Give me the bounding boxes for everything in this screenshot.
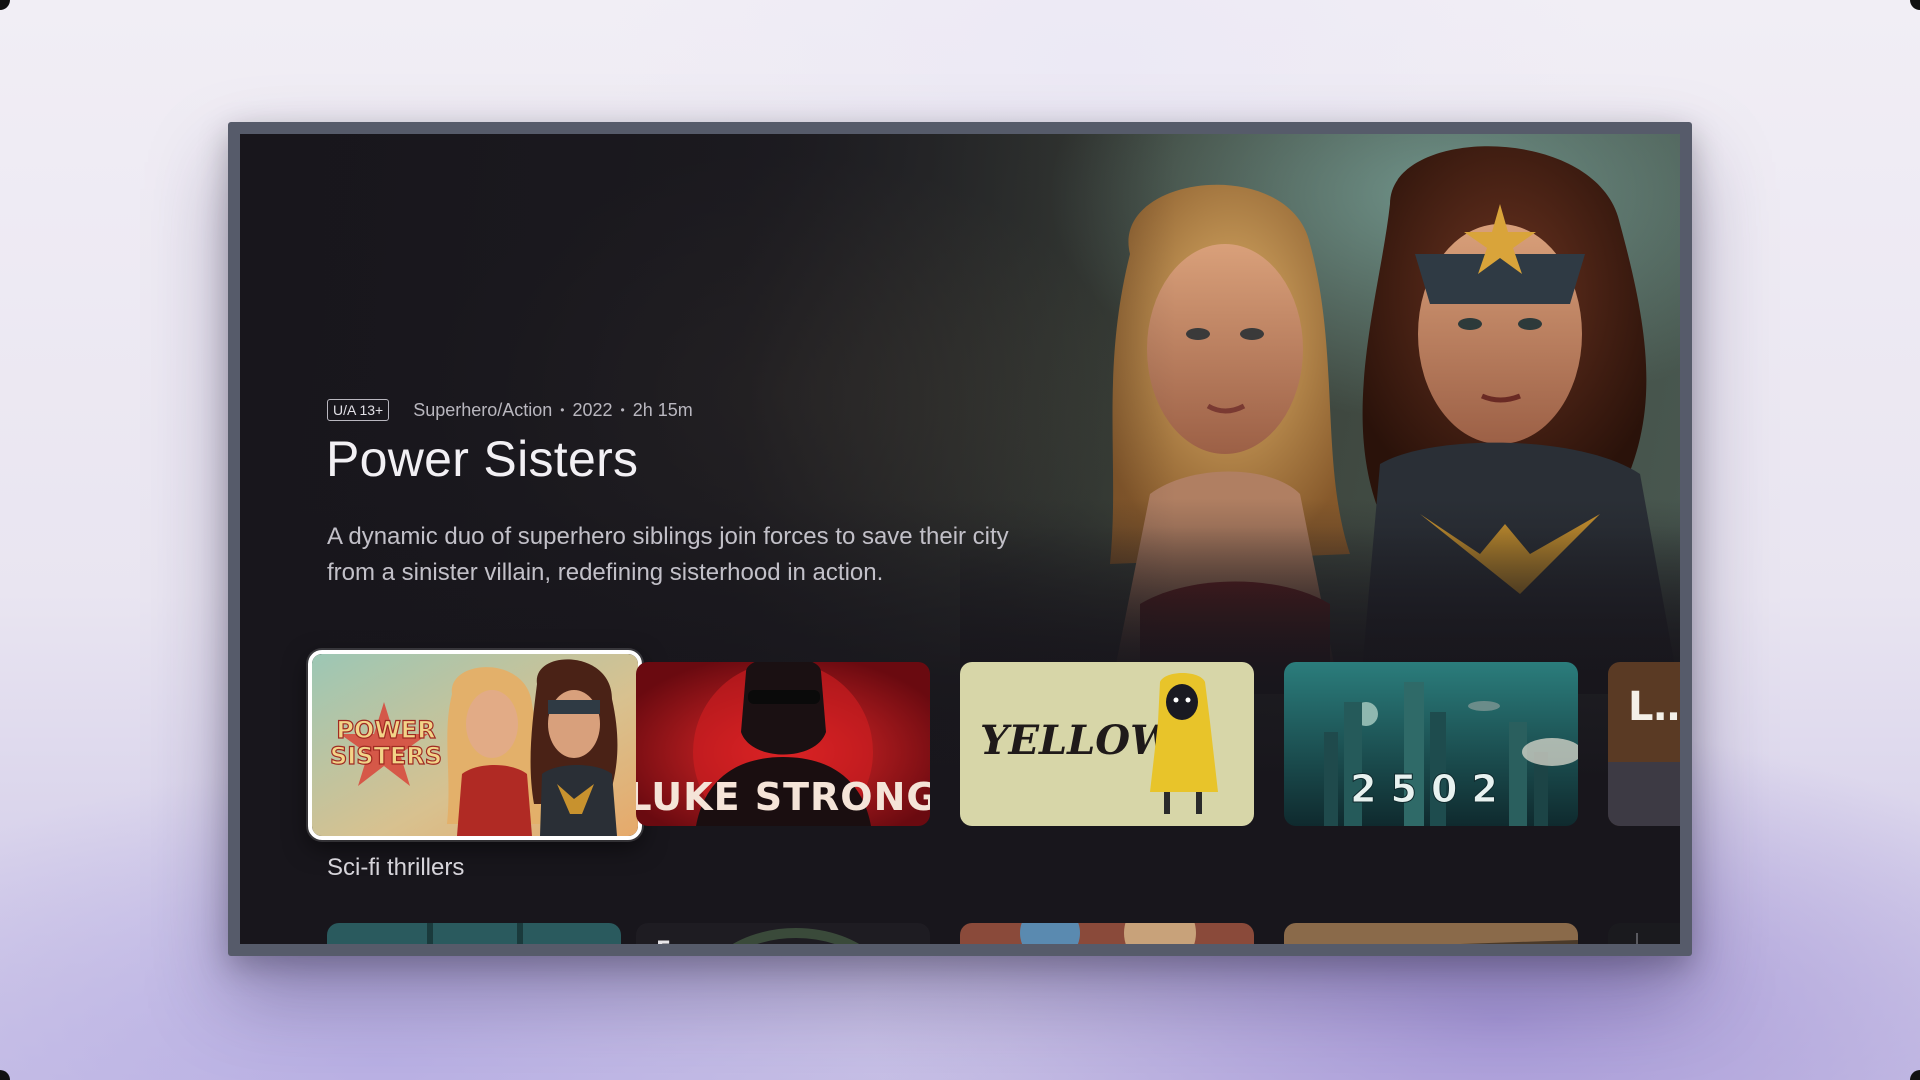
2502-poster: 2502 [1284,662,1578,826]
card-title: LUKE STRONG [636,775,930,819]
tv-screen: U/A 13+ Superhero/Action • 2022 • 2h 15m… [240,134,1680,944]
meta-separator: • [620,403,625,417]
meta-separator: • [560,403,565,417]
sci-fi-card[interactable]: E [636,923,930,944]
card-title: L… [1628,684,1680,730]
section-title-sci-fi: Sci-fi thrillers [327,854,465,881]
hero-title: Power Sisters [326,431,639,487]
duration-label: 2h 15m [632,399,693,420]
sci-fi-poster [960,923,1254,944]
sci-fi-poster [327,923,621,944]
luke-strong-poster: LUKE STRONG [636,662,930,826]
card-title: SISTERS [330,742,442,770]
sci-fi-card[interactable] [327,923,621,944]
corner-mark [0,1070,10,1080]
sci-fi-card[interactable] [1284,923,1578,944]
hero-description: A dynamic duo of superhero siblings join… [327,523,1009,586]
hero-meta: U/A 13+ Superhero/Action • 2022 • 2h 15m [327,399,693,421]
partial-poster: L… [1608,662,1680,826]
card-title: YELLOW [980,717,1179,764]
sci-fi-poster: E [636,923,930,944]
card-title: 2502 [1350,767,1512,811]
sci-fi-poster [1608,923,1680,944]
sci-fi-card[interactable] [1608,923,1680,944]
card-title: E [656,938,671,944]
tv-frame: U/A 13+ Superhero/Action • 2022 • 2h 15m… [228,122,1692,956]
card-yellow[interactable]: YELLOW [960,662,1254,826]
card-power-sisters[interactable]: POWER SISTERS [308,650,642,840]
sci-fi-poster [1284,923,1578,944]
corner-mark [0,0,10,10]
sci-fi-card[interactable] [960,923,1254,944]
card-2502[interactable]: 2502 [1284,662,1578,826]
card-title: POWER [336,716,435,744]
power-sisters-poster: POWER SISTERS [312,654,638,836]
corner-mark [1910,0,1920,10]
yellow-poster: YELLOW [960,662,1254,826]
card-partial[interactable]: L… [1608,662,1680,826]
corner-mark [1910,1070,1920,1080]
card-luke-strong[interactable]: LUKE STRONG [636,662,930,826]
rating-badge: U/A 13+ [327,399,390,421]
genre-label: Superhero/Action [413,399,553,420]
year-label: 2022 [572,399,613,420]
